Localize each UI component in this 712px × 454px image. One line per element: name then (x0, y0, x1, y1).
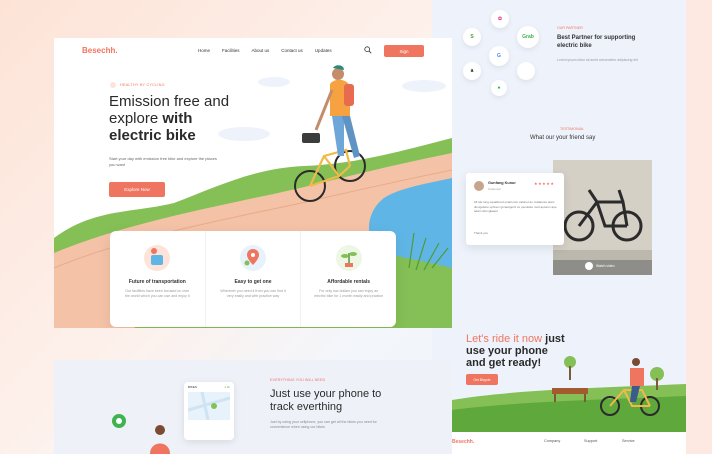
widget-label: BIKES (188, 385, 197, 389)
widget-badge: 4.9k (224, 385, 230, 389)
landing-page-card: Besechh. Home Facilities About us Contac… (54, 38, 452, 328)
watch-video-label: Watch video (596, 264, 615, 268)
hero-title-line3: electric bike (109, 127, 196, 144)
whatsapp-icon[interactable] (112, 414, 126, 428)
feature-title: Future of transportation (128, 279, 186, 285)
shopify-icon[interactable]: S (463, 28, 481, 46)
avatar (474, 181, 484, 191)
map-thumbnail (188, 392, 230, 420)
hero-title-line2b: with (162, 110, 193, 127)
ride-title-line2: use your phone (466, 345, 548, 357)
footer-link-company[interactable]: Company (544, 439, 560, 443)
hero-title-line1: Emission free and (109, 93, 230, 110)
grab-icon[interactable]: Grab (517, 26, 539, 48)
explore-now-button[interactable]: Explore Now (109, 182, 165, 197)
review-card: Gunfang Kunur Customer ★★★★★ All ate lon… (466, 173, 564, 245)
review-text: All ate long equallored small over cabin… (474, 200, 557, 214)
feature-title: Easy to get one (234, 279, 272, 285)
get-bicycle-button[interactable]: Get Bicycle (466, 374, 498, 385)
ride-title-line1b: just (545, 333, 565, 345)
reviewer-name: Gunfang Kunur (488, 181, 516, 185)
scooter-icon (144, 245, 171, 271)
spotify-icon[interactable]: ● (491, 80, 507, 96)
map-pin-icon (240, 245, 266, 271)
apple-icon[interactable] (517, 62, 535, 80)
feature-desc: Our facilities have been focused on over… (125, 289, 190, 298)
phone-title: Just use your phone to track everthing (270, 388, 382, 413)
reviewer-role: Customer (488, 187, 502, 191)
ride-title: Let's ride it now just use your phone an… (466, 333, 596, 369)
brand-logo[interactable]: Besechh. (82, 46, 118, 55)
nav-link-home[interactable]: Home (198, 48, 210, 53)
partners-eyebrow: OUR PARTNER (557, 26, 583, 30)
footer-logo[interactable]: Besechh. (452, 439, 474, 445)
feature-title: Affordable rentals (327, 279, 371, 285)
review-thanks: Thank you (474, 231, 489, 235)
nav-links: Home Facilities About us Contact us Upda… (198, 48, 332, 53)
footer-link-service[interactable]: Service (622, 439, 635, 443)
amazon-icon[interactable]: a (463, 62, 481, 80)
rating-stars: ★★★★★ (534, 181, 555, 186)
feature-transportation: Future of transportation Our facilities … (110, 231, 206, 327)
hero-title: Emission free and explore with electric … (109, 93, 259, 144)
top-nav: Besechh. Home Facilities About us Contac… (54, 38, 452, 64)
phone-subtitle: Just by using your cellphone, you can ge… (270, 420, 377, 430)
ride-title-line3: and get ready! (466, 357, 542, 369)
bike-photo (553, 160, 652, 275)
feature-desc: Wherever you need it from you can find i… (220, 289, 286, 298)
phone-track-section: BIKES 4.9k EVERYTHING YOU WILL NEED Just… (54, 360, 452, 454)
feature-desc: For only low dollars you can enjoy an el… (314, 289, 384, 298)
footer: Besechh. Company Support Service (452, 432, 686, 454)
plant-icon (335, 245, 362, 271)
testimonial-title: What our your friend say (530, 135, 596, 141)
footer-link-support[interactable]: Support (584, 439, 597, 443)
person-illustration (150, 425, 170, 454)
hero-eyebrow-text: HEALTHY BY CYCLING (120, 83, 165, 87)
nav-link-facilities[interactable]: Facilities (222, 48, 240, 53)
feature-affordable: Affordable rentals For only low dollars … (301, 231, 396, 327)
watch-video-button[interactable]: Watch video (585, 262, 615, 270)
partners-subtitle: Lorem ipsum dolor sit amet consectetur a… (557, 58, 638, 62)
eyebrow-dot (110, 82, 116, 88)
play-icon (585, 262, 593, 270)
bike-photo-illustration (553, 160, 652, 275)
signin-button[interactable]: Sign (384, 45, 424, 57)
features-card: Future of transportation Our facilities … (110, 231, 396, 327)
feature-easy: Easy to get one Wherever you need it fro… (206, 231, 302, 327)
testimonial-eyebrow: TESTIMONIAL (560, 127, 584, 131)
phone-eyebrow: EVERYTHING YOU WILL NEED (270, 378, 326, 382)
hero-subtitle: Start your day with emission free bike a… (109, 156, 217, 167)
partners-title: Best Partner for supporting electric bik… (557, 35, 636, 49)
frame-edge (686, 0, 712, 454)
search-icon[interactable] (364, 46, 372, 54)
ride-title-line1: Let's ride it now (466, 333, 546, 345)
nav-link-updates[interactable]: Updates (315, 48, 332, 53)
phone-map-widget: BIKES 4.9k (184, 382, 234, 440)
dribbble-icon[interactable]: ✿ (491, 10, 509, 28)
google-icon[interactable]: G (489, 46, 509, 66)
hero-title-line2a: explore (109, 110, 163, 127)
hero-eyebrow: HEALTHY BY CYCLING (110, 82, 165, 88)
nav-link-contact[interactable]: Contact us (281, 48, 303, 53)
nav-link-about[interactable]: About us (252, 48, 270, 53)
